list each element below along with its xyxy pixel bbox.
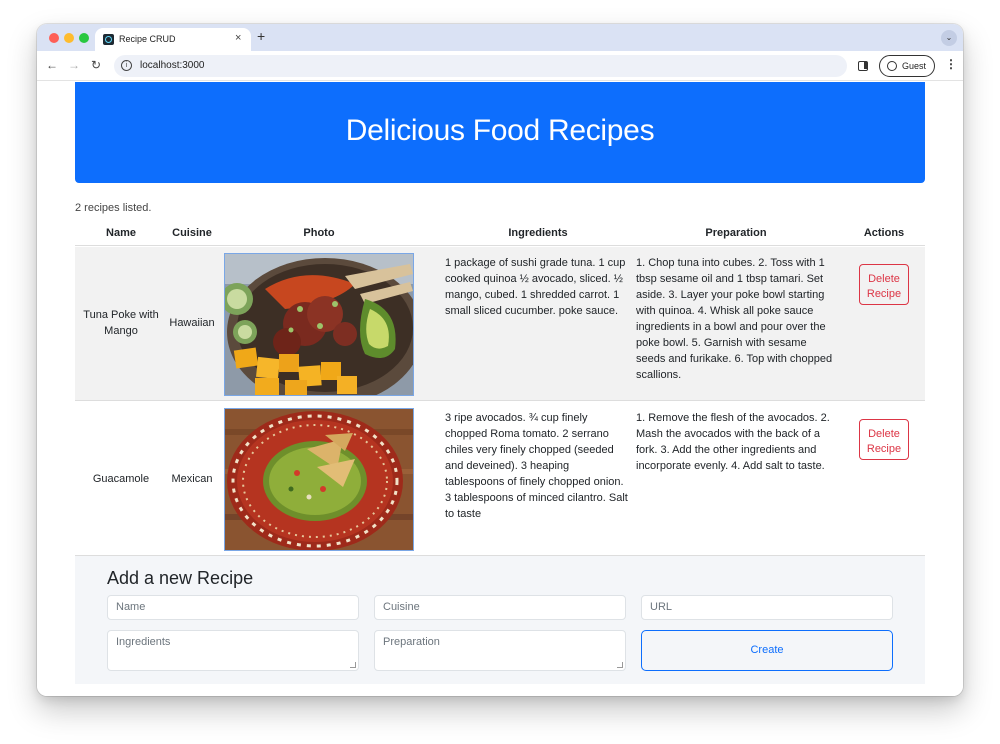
tab-close-icon[interactable]: × (235, 32, 241, 44)
recipe-photo (224, 408, 414, 551)
preparation-placeholder: Preparation (383, 636, 440, 648)
guest-profile-icon (887, 61, 897, 71)
recipe-cuisine: Hawaiian (169, 317, 215, 329)
column-header-name: Name (106, 227, 136, 239)
profile-label: Guest (902, 61, 927, 71)
reload-icon[interactable]: ↻ (91, 58, 101, 72)
profile-button[interactable]: Guest (879, 55, 935, 77)
create-button[interactable]: Create (641, 630, 893, 671)
recipe-name: Guacamole (92, 473, 150, 485)
tab-recipe-crud[interactable]: Recipe CRUD × (95, 28, 251, 51)
react-favicon-icon (103, 34, 114, 45)
table-row: Guacamole Mexican 3 ripe avocados. ¾ cup… (75, 402, 925, 556)
column-header-cuisine: Cuisine (172, 227, 212, 239)
cuisine-input[interactable]: Cuisine (374, 595, 626, 620)
column-header-actions: Actions (863, 227, 905, 239)
minimize-window-button[interactable] (64, 33, 74, 43)
recipe-cuisine: Mexican (171, 473, 213, 485)
recipe-preparation: 1. Remove the flesh of the avocados. 2. … (636, 412, 830, 472)
page-title: Delicious Food Recipes (345, 114, 655, 147)
tab-title: Recipe CRUD (119, 34, 176, 44)
tab-search-button[interactable]: ⌄ (941, 30, 957, 46)
ingredients-textarea[interactable]: Ingredients (107, 630, 359, 671)
recipe-ingredients: 1 package of sushi grade tuna. 1 cup coo… (445, 257, 626, 317)
column-header-ingredients: Ingredients (508, 227, 568, 239)
resize-handle-icon[interactable] (350, 662, 356, 668)
recipe-preparation: 1. Chop tuna into cubes. 2. Toss with 1 … (636, 257, 833, 381)
side-panel-icon[interactable] (858, 61, 868, 71)
new-tab-button[interactable]: + (257, 28, 265, 44)
browser-toolbar: ← → ↻ i localhost:3000 Guest ⋮ (37, 51, 963, 81)
form-title: Add a new Recipe (107, 568, 254, 588)
name-input[interactable]: Name (107, 595, 359, 620)
forward-arrow-icon[interactable]: → (68, 58, 80, 72)
more-menu-icon[interactable]: ⋮ (945, 57, 957, 71)
url-text[interactable]: localhost:3000 (140, 60, 205, 71)
resize-handle-icon[interactable] (617, 662, 623, 668)
preparation-textarea[interactable]: Preparation (374, 630, 626, 671)
delete-recipe-button[interactable]: Delete Recipe (859, 419, 909, 460)
header-banner: Delicious Food Recipes (75, 82, 925, 183)
add-recipe-form: Add a new Recipe Name Cuisine URL Ingred… (75, 556, 925, 684)
url-input[interactable]: URL (641, 595, 893, 620)
delete-recipe-button[interactable]: Delete Recipe (859, 264, 909, 305)
recipe-ingredients: 3 ripe avocados. ¾ cup finely chopped Ro… (445, 412, 628, 520)
table-row: Tuna Poke with Mango Hawaiian 1 package … (75, 247, 925, 401)
close-window-button[interactable] (49, 33, 59, 43)
ingredients-placeholder: Ingredients (116, 636, 171, 648)
column-header-preparation: Preparation (705, 227, 767, 239)
recipes-count: 2 recipes listed. (75, 202, 152, 214)
table-header: Name Cuisine Photo Ingredients Preparati… (75, 222, 925, 246)
back-arrow-icon[interactable]: ← (46, 58, 58, 72)
page-content: Delicious Food Recipes 2 recipes listed.… (37, 82, 963, 696)
recipe-name: Tuna Poke with Mango (83, 309, 159, 337)
browser-window: Recipe CRUD × + ⌄ ← → ↻ i localhost:3000… (37, 24, 963, 696)
tab-strip: Recipe CRUD × + ⌄ (37, 24, 963, 51)
recipe-photo (224, 253, 414, 396)
column-header-photo: Photo (303, 227, 335, 239)
maximize-window-button[interactable] (79, 33, 89, 43)
site-info-icon[interactable]: i (121, 60, 132, 71)
address-bar[interactable]: i localhost:3000 (114, 55, 847, 77)
